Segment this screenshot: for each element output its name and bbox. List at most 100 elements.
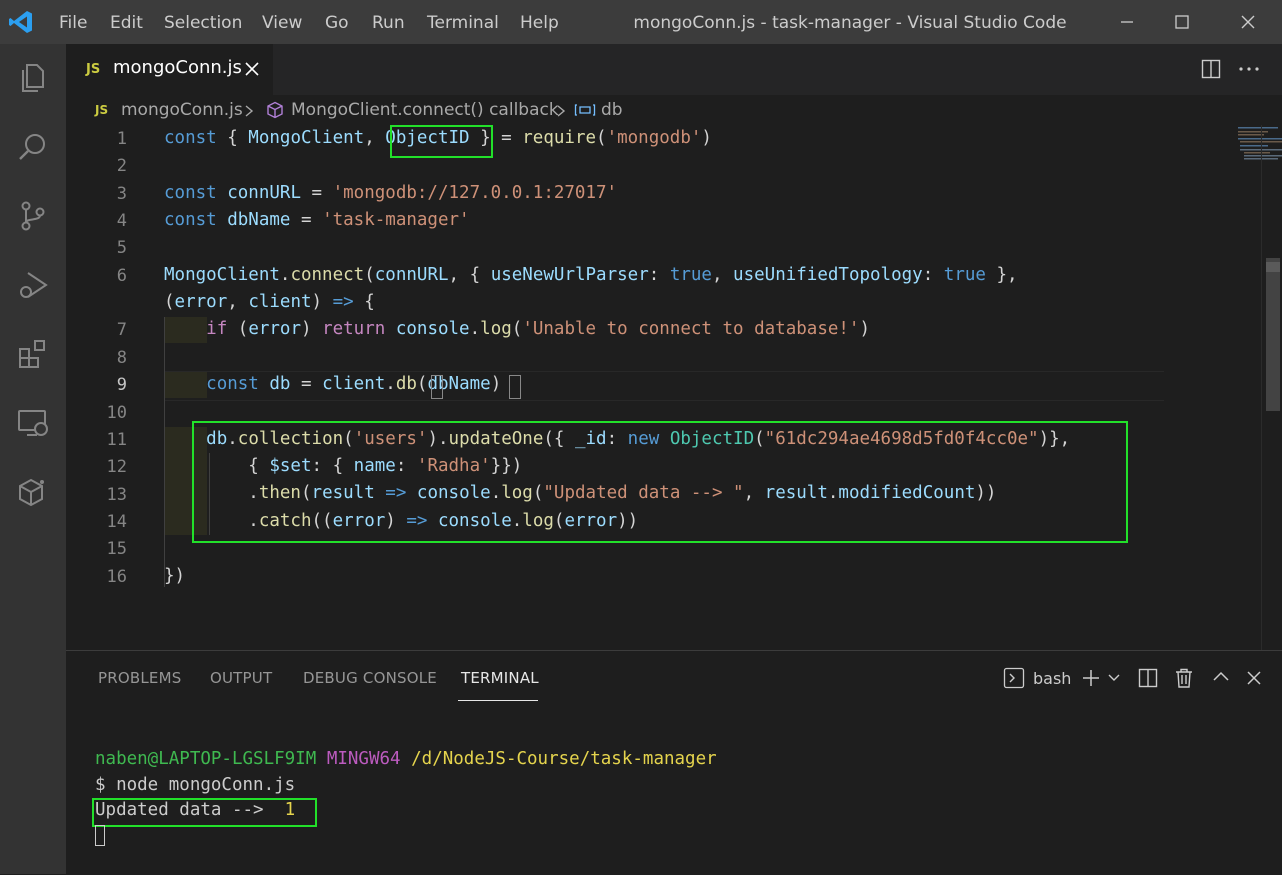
split-editor-icon[interactable] — [1201, 59, 1221, 79]
source-control-button[interactable] — [13, 196, 53, 236]
minimize-icon — [1121, 21, 1133, 23]
js-file-icon: JS — [95, 103, 109, 117]
menu-selection[interactable]: Selection — [164, 0, 242, 44]
tab-output[interactable]: OUTPUT — [210, 669, 272, 687]
breadcrumb-symbol-db[interactable]: db — [601, 100, 623, 120]
scrollbar-thumb[interactable] — [1266, 258, 1280, 411]
bracket-match-open — [431, 375, 443, 399]
line-number: 5 — [116, 238, 127, 258]
editor-tab-bar: JS mongoConn.js — [66, 44, 1282, 95]
title-bar: File Edit Selection View Go Run Terminal… — [0, 0, 1282, 44]
line-number: 13 — [106, 485, 127, 505]
breadcrumb-symbol-callback[interactable]: MongoClient.connect() callback — [291, 100, 559, 120]
prompt-system: MINGW64 — [326, 749, 401, 769]
maximize-icon — [1175, 15, 1189, 29]
line-number: 8 — [116, 348, 127, 368]
activity-bar — [0, 44, 66, 874]
remote-explorer-button[interactable] — [13, 403, 53, 443]
line-number: 16 — [106, 567, 127, 587]
prompt-path: /d/NodeJS-Course/task-manager — [411, 749, 717, 769]
breadcrumb-file[interactable]: mongoConn.js — [121, 100, 243, 120]
files-icon — [22, 64, 44, 92]
tab-mongoconn[interactable]: JS mongoConn.js — [66, 44, 273, 95]
extensions-icon — [19, 340, 45, 368]
tab-label: mongoConn.js — [113, 57, 242, 78]
js-file-icon: JS — [86, 62, 101, 77]
remote-explorer-icon — [18, 410, 48, 436]
terminal-selector[interactable]: bash — [1003, 666, 1071, 690]
minimize-button[interactable] — [1097, 0, 1157, 44]
method-cube-icon — [267, 101, 283, 119]
plus-icon[interactable] — [1081, 668, 1101, 688]
close-window-button[interactable] — [1218, 0, 1278, 44]
terminal-prompt: naben@LAPTOP-LGSLF9IM MINGW64 /d/NodeJS-… — [95, 749, 717, 769]
terminal-command: $ node mongoConn.js — [95, 775, 296, 795]
prompt-user-host: naben@LAPTOP-LGSLF9IM — [95, 749, 317, 769]
breadcrumb: JS mongoConn.js MongoClient.connect() ca… — [66, 95, 1282, 125]
line-number: 4 — [116, 211, 127, 231]
menu-edit[interactable]: Edit — [110, 0, 143, 44]
search-button[interactable] — [13, 127, 53, 167]
line-number: 3 — [116, 184, 127, 204]
bottom-panel: PROBLEMS OUTPUT DEBUG CONSOLE TERMINAL b… — [66, 650, 1282, 875]
chevron-right-icon — [557, 105, 566, 117]
line-number: 2 — [116, 156, 127, 176]
run-debug-button[interactable] — [13, 265, 53, 305]
line-number: 15 — [106, 539, 127, 559]
active-tab-underline — [458, 700, 538, 701]
split-terminal-icon[interactable] — [1138, 668, 1158, 688]
code-line-3: const connURL = 'mongodb://127.0.0.1:270… — [164, 183, 618, 203]
tab-debug-console[interactable]: DEBUG CONSOLE — [303, 669, 437, 687]
close-icon — [1241, 15, 1255, 29]
docker-button[interactable] — [13, 472, 53, 512]
close-icon[interactable] — [1246, 670, 1262, 686]
highlight-box-update-code — [192, 421, 1128, 543]
line-number: 1 — [116, 129, 127, 149]
source-control-icon — [21, 201, 45, 231]
menu-view[interactable]: View — [262, 0, 302, 44]
line-number: 7 — [116, 320, 127, 340]
code-line-7: if (error) return console.log('Unable to… — [206, 319, 871, 339]
code-line-16: }) — [164, 566, 186, 586]
chevron-up-icon[interactable] — [1213, 670, 1229, 684]
code-line-6: MongoClient.connect(connURL, { useNewUrl… — [164, 265, 1018, 285]
run-debug-icon — [20, 272, 48, 298]
menu-terminal[interactable]: Terminal — [427, 0, 499, 44]
line-number-active: 9 — [116, 375, 127, 395]
code-line-6-wrap: (error, client) => { — [164, 292, 375, 312]
terminal-cursor — [95, 825, 105, 846]
line-number: 12 — [106, 457, 127, 477]
line-number: 10 — [106, 403, 127, 423]
code-editor[interactable]: 1 2 3 4 5 6 7 8 9 10 11 12 13 14 15 16 c… — [66, 125, 1282, 650]
editor-scrollbar[interactable] — [1261, 125, 1282, 650]
window-title: mongoConn.js - task-manager - Visual Stu… — [633, 13, 1067, 33]
close-icon[interactable] — [242, 59, 262, 79]
highlight-box-objectid — [390, 125, 493, 158]
menu-go[interactable]: Go — [325, 0, 349, 44]
chevron-right-icon — [245, 105, 254, 117]
tab-terminal[interactable]: TERMINAL — [461, 669, 539, 687]
tab-problems[interactable]: PROBLEMS — [98, 669, 181, 687]
more-actions-icon[interactable] — [1238, 59, 1260, 79]
menu-file[interactable]: File — [59, 0, 87, 44]
cube-icon — [19, 478, 44, 507]
search-icon — [19, 134, 45, 160]
scrollbar-cursor-marker — [1266, 262, 1280, 272]
bracket-match-close — [509, 375, 521, 399]
chevron-down-icon[interactable] — [1108, 673, 1120, 683]
shell-name: bash — [1033, 668, 1072, 688]
maximize-button[interactable] — [1152, 0, 1212, 44]
menu-run[interactable]: Run — [372, 0, 405, 44]
menu-help[interactable]: Help — [520, 0, 559, 44]
line-number: 11 — [106, 430, 127, 450]
code-line-9: const db = client.db(dbName) — [206, 374, 502, 394]
highlight-box-output — [92, 798, 317, 827]
code-line-4: const dbName = 'task-manager' — [164, 210, 470, 230]
vscode-logo-icon — [9, 11, 32, 33]
variable-icon — [574, 104, 596, 116]
line-number: 6 — [116, 266, 127, 286]
terminal-icon — [1003, 667, 1025, 689]
explorer-button[interactable] — [13, 58, 53, 98]
trash-icon[interactable] — [1174, 667, 1194, 689]
extensions-button[interactable] — [13, 334, 53, 374]
